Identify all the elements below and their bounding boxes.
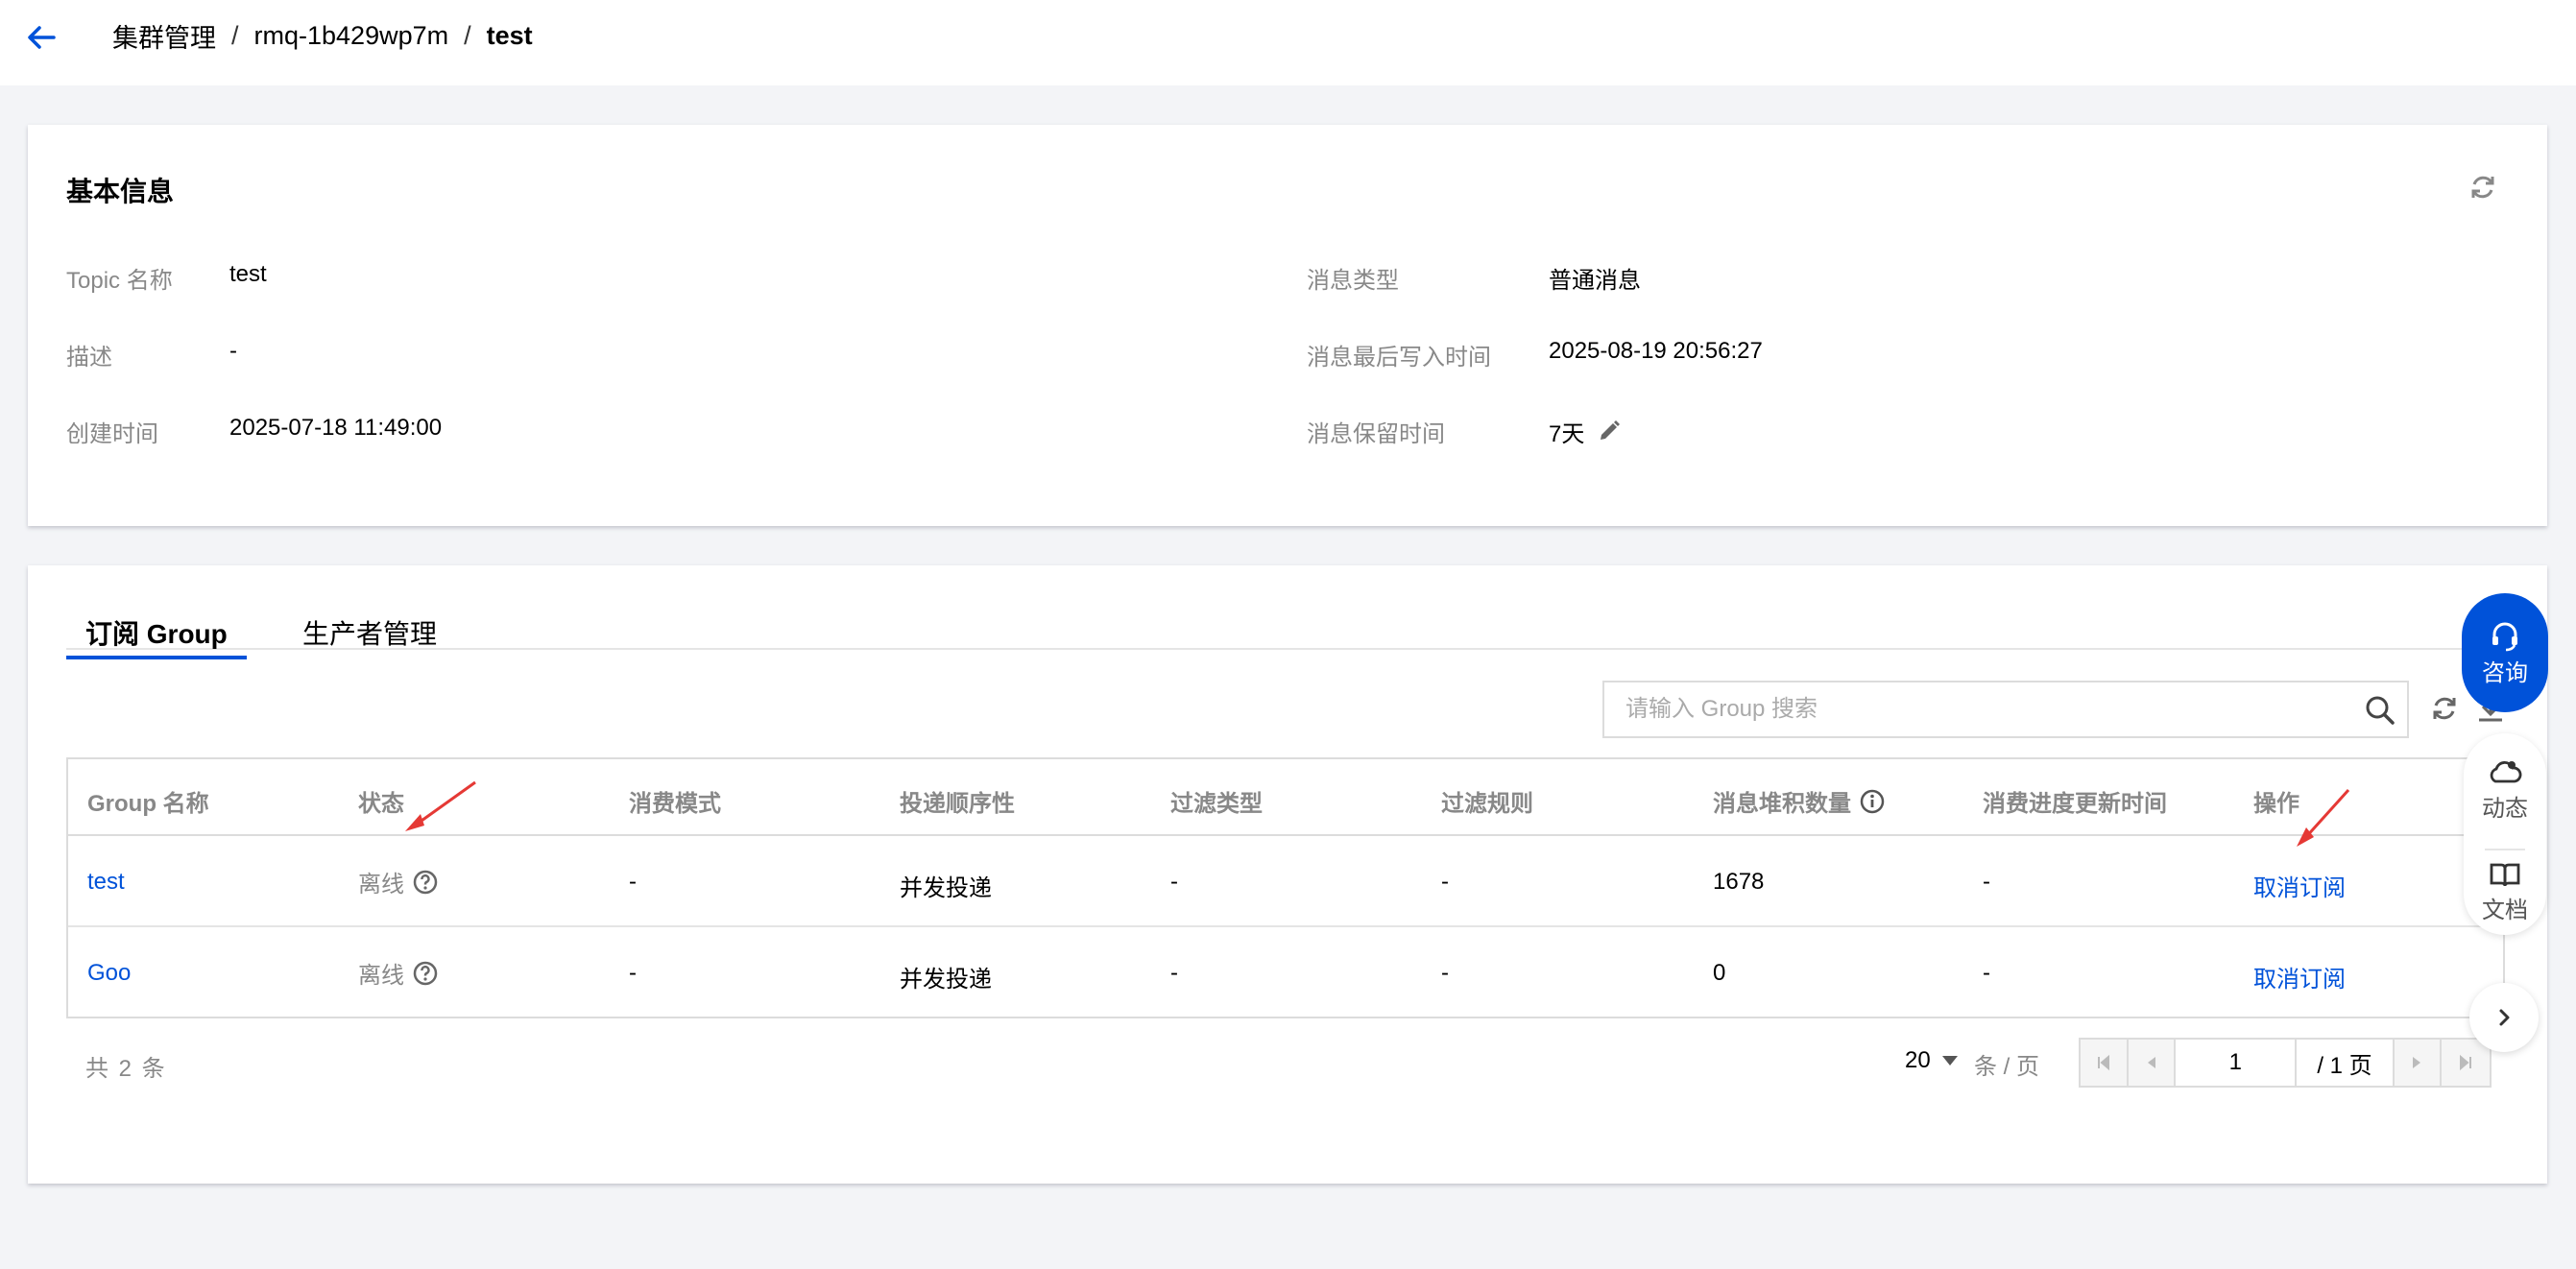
column-header: 投递顺序性 — [900, 791, 1015, 817]
tab-bar: 订阅 Group 生产者管理 — [66, 613, 2505, 659]
status-text: 离线 — [358, 872, 404, 898]
news-label: 动态 — [2482, 796, 2528, 822]
cloud-bell-icon — [2490, 761, 2522, 783]
description-value: - — [229, 338, 237, 364]
table-row: test 离线 - 并发投递 - - 1678 - 取消订阅 — [68, 836, 2503, 927]
breadcrumb-cluster-id[interactable]: rmq-1b429wp7m — [254, 21, 449, 51]
message-type-value: 普通消息 — [1549, 268, 1641, 294]
column-header: 过滤规则 — [1441, 791, 1533, 817]
page-size-select[interactable]: 20 — [1905, 1047, 1958, 1074]
consult-label: 咨询 — [2482, 659, 2528, 686]
annotation-arrow-action — [2297, 788, 2350, 847]
docs-button[interactable]: 文档 — [2464, 860, 2546, 924]
backlog-cell: 1678 — [1713, 869, 1765, 895]
top-bar: 集群管理 / rmq-1b429wp7m / test — [0, 0, 2576, 85]
chevron-right-icon — [2499, 1009, 2510, 1026]
first-page-icon — [2097, 1054, 2109, 1071]
column-header: 过滤类型 — [1170, 791, 1263, 817]
basic-info-card: 基本信息 Topic 名称 test 描述 - 创建时间 2025-07-18 … — [28, 125, 2547, 526]
status-text: 离线 — [358, 963, 404, 989]
search-box — [1602, 681, 2409, 738]
update-time-cell: - — [1983, 869, 1990, 895]
headset-icon — [2492, 622, 2517, 651]
breadcrumb-separator: / — [464, 21, 471, 50]
last-write-time-value: 2025-08-19 20:56:27 — [1549, 338, 1763, 364]
column-header: 消费模式 — [629, 791, 721, 817]
breadcrumb-current: test — [486, 21, 533, 50]
consult-button[interactable]: 咨询 — [2462, 593, 2548, 712]
info-icon[interactable] — [1859, 788, 1886, 815]
page-size-value: 20 — [1905, 1047, 1931, 1073]
topic-name-value: test — [229, 261, 267, 287]
next-page-icon — [2413, 1057, 2421, 1068]
update-time-cell: - — [1983, 960, 1990, 986]
page-number-input[interactable] — [2176, 1040, 2298, 1086]
column-header: Group 名称 — [87, 791, 209, 817]
annotation-arrow-status — [405, 780, 476, 831]
card-title: 基本信息 — [66, 177, 175, 206]
backlog-cell: 0 — [1713, 960, 1726, 986]
subscription-card: 订阅 Group 生产者管理 Group 名称 状态 消费模式 投递顺序性 过滤… — [28, 565, 2547, 1184]
delivery-order-cell: 并发投递 — [900, 967, 992, 993]
tab-subscription-group[interactable]: 订阅 Group — [66, 613, 247, 659]
status-cell: 离线 — [358, 865, 439, 898]
consume-mode-cell: - — [629, 960, 637, 986]
retention-time-value: 7天 — [1549, 421, 1585, 447]
retention-time-label: 消息保留时间 — [1307, 421, 1445, 447]
group-name-link[interactable]: test — [87, 869, 125, 896]
unsubscribe-link[interactable]: 取消订阅 — [2253, 960, 2346, 994]
prev-page-icon — [2147, 1057, 2155, 1068]
pagination: / 1 页 — [2079, 1038, 2492, 1088]
caret-down-icon — [1941, 1056, 1958, 1065]
topic-name-label: Topic 名称 — [66, 268, 173, 294]
float-tool-panel: 动态 文档 — [2464, 733, 2546, 935]
column-header: 消息堆积数量 — [1713, 791, 1851, 817]
filter-rule-cell: - — [1441, 869, 1449, 895]
book-icon — [2490, 863, 2520, 887]
per-page-label: 条 / 页 — [1974, 1054, 2040, 1080]
breadcrumb-separator: / — [231, 21, 239, 50]
status-cell: 离线 — [358, 956, 439, 990]
search-icon[interactable] — [2365, 695, 2395, 726]
back-arrow-icon[interactable] — [25, 21, 58, 54]
description-label: 描述 — [66, 345, 112, 371]
divider — [2485, 849, 2525, 850]
table-row: Goo 离线 - 并发投递 - - 0 - 取消订阅 — [68, 927, 2503, 1018]
edit-pencil-icon[interactable] — [1597, 419, 1622, 443]
news-button[interactable]: 动态 — [2464, 756, 2546, 823]
message-type-label: 消息类型 — [1307, 268, 1399, 294]
breadcrumb: 集群管理 / rmq-1b429wp7m / test — [112, 17, 533, 55]
total-pages: / 1 页 — [2297, 1040, 2395, 1086]
group-name-link[interactable]: Goo — [87, 960, 131, 987]
question-circle-icon[interactable] — [412, 960, 439, 987]
consume-mode-cell: - — [629, 869, 637, 895]
column-header: 消费进度更新时间 — [1983, 791, 2167, 817]
expand-button[interactable] — [2469, 983, 2539, 1052]
table-refresh-icon[interactable] — [2428, 692, 2461, 725]
prev-page-button[interactable] — [2128, 1040, 2177, 1086]
total-count: 共 2 条 — [85, 1056, 167, 1082]
last-page-icon — [2460, 1054, 2472, 1071]
filter-type-cell: - — [1170, 960, 1178, 986]
delivery-order-cell: 并发投递 — [900, 875, 992, 901]
question-circle-icon[interactable] — [412, 869, 439, 896]
first-page-button[interactable] — [2081, 1040, 2129, 1086]
breadcrumb-cluster-management[interactable]: 集群管理 — [112, 17, 216, 55]
last-page-button[interactable] — [2442, 1040, 2490, 1086]
tab-producer-management[interactable]: 生产者管理 — [302, 613, 437, 659]
filter-rule-cell: - — [1441, 960, 1449, 986]
next-page-button[interactable] — [2394, 1040, 2443, 1086]
created-time-value: 2025-07-18 11:49:00 — [229, 415, 443, 441]
filter-type-cell: - — [1170, 869, 1178, 895]
search-input[interactable] — [1604, 682, 2353, 736]
refresh-icon[interactable] — [2467, 171, 2499, 204]
created-time-label: 创建时间 — [66, 421, 158, 447]
unsubscribe-link[interactable]: 取消订阅 — [2253, 869, 2346, 902]
column-header-backlog: 消息堆积数量 — [1713, 784, 1886, 818]
last-write-time-label: 消息最后写入时间 — [1307, 345, 1491, 371]
docs-label: 文档 — [2482, 898, 2528, 923]
